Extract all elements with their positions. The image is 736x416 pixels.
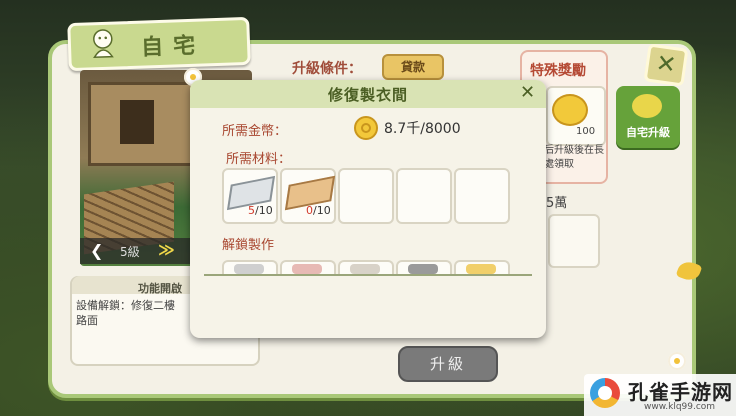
reward-note: 后升級後在長處領取: [544, 145, 604, 170]
reward-item-icon: [552, 94, 588, 126]
prev-level-button[interactable]: ❮: [90, 241, 103, 260]
material-qty: 5/10: [248, 204, 273, 217]
unlock-item-icon: [234, 264, 264, 274]
function-box-text: 設備解鎖：修復二樓 路面: [76, 299, 175, 327]
home-upgrade-label: 自宅升級: [626, 126, 670, 139]
flower-decoration-icon: [668, 352, 686, 370]
unlock-item-slot[interactable]: [396, 260, 452, 274]
panel-title: 自宅: [140, 33, 206, 61]
close-panel-button[interactable]: ✕: [643, 43, 689, 87]
unlock-craft-label: 解鎖製作: [222, 238, 275, 253]
panel-title-tab: 自宅: [67, 16, 251, 72]
material-slot-wood[interactable]: 0/10: [280, 168, 336, 224]
material-qty: 0/10: [306, 204, 331, 217]
material-slot-stone[interactable]: 5/10: [222, 168, 278, 224]
material-need: /10: [255, 204, 273, 217]
requirement-value: 5萬: [546, 196, 568, 211]
requirement-slot: [548, 214, 600, 268]
unlock-item-slot[interactable]: [454, 260, 510, 274]
unlock-item-slot[interactable]: [222, 260, 278, 274]
repair-tailor-room-dialog: 修復製衣間 ✕ 所需金幣： 8.7千/8000 所需材料： 5/10 0/10 …: [190, 80, 546, 338]
dialog-close-button[interactable]: ✕: [520, 82, 535, 103]
material-have: 0: [306, 204, 313, 217]
unlock-item-slot[interactable]: [338, 260, 394, 274]
loan-button[interactable]: 貸款: [382, 54, 444, 80]
material-slot-empty: [396, 168, 452, 224]
material-have: 5: [248, 204, 255, 217]
level-label: 5級: [120, 245, 140, 259]
reward-count: 100: [576, 126, 596, 137]
unlock-item-icon: [466, 264, 496, 274]
material-slot-empty: [454, 168, 510, 224]
peacock-logo-icon: [590, 378, 620, 408]
watermark-url: www.klq99.com: [644, 402, 716, 412]
cost-value: 8.7千/8000: [384, 121, 461, 137]
upgrade-condition-label: 升級條件：: [292, 61, 362, 77]
dialog-divider: [204, 274, 532, 276]
home-upgrade-icon: [632, 94, 662, 118]
next-level-button[interactable]: ≫: [158, 240, 175, 259]
material-slot-empty: [338, 168, 394, 224]
house-door: [120, 100, 154, 144]
gold-coin-icon: [354, 116, 378, 140]
unlock-item-icon: [408, 264, 438, 274]
material-need: /10: [313, 204, 331, 217]
function-box-title: 功能開啟: [138, 282, 182, 295]
character-head-icon: [93, 29, 114, 59]
cost-label: 所需金幣：: [222, 124, 288, 139]
upgrade-button[interactable]: 升級: [398, 346, 498, 382]
unlock-item-icon: [350, 264, 380, 274]
dialog-title: 修復製衣間: [327, 86, 408, 104]
site-watermark: 孔雀手游网 www.klq99.com: [584, 374, 736, 416]
unlock-item-icon: [292, 264, 322, 274]
watermark-name: 孔雀手游网: [628, 380, 733, 404]
special-reward-title: 特殊獎勵: [530, 63, 586, 79]
unlock-item-slot[interactable]: [280, 260, 336, 274]
home-upgrade-tab[interactable]: 自宅升級: [616, 86, 680, 148]
materials-label: 所需材料：: [226, 152, 292, 167]
